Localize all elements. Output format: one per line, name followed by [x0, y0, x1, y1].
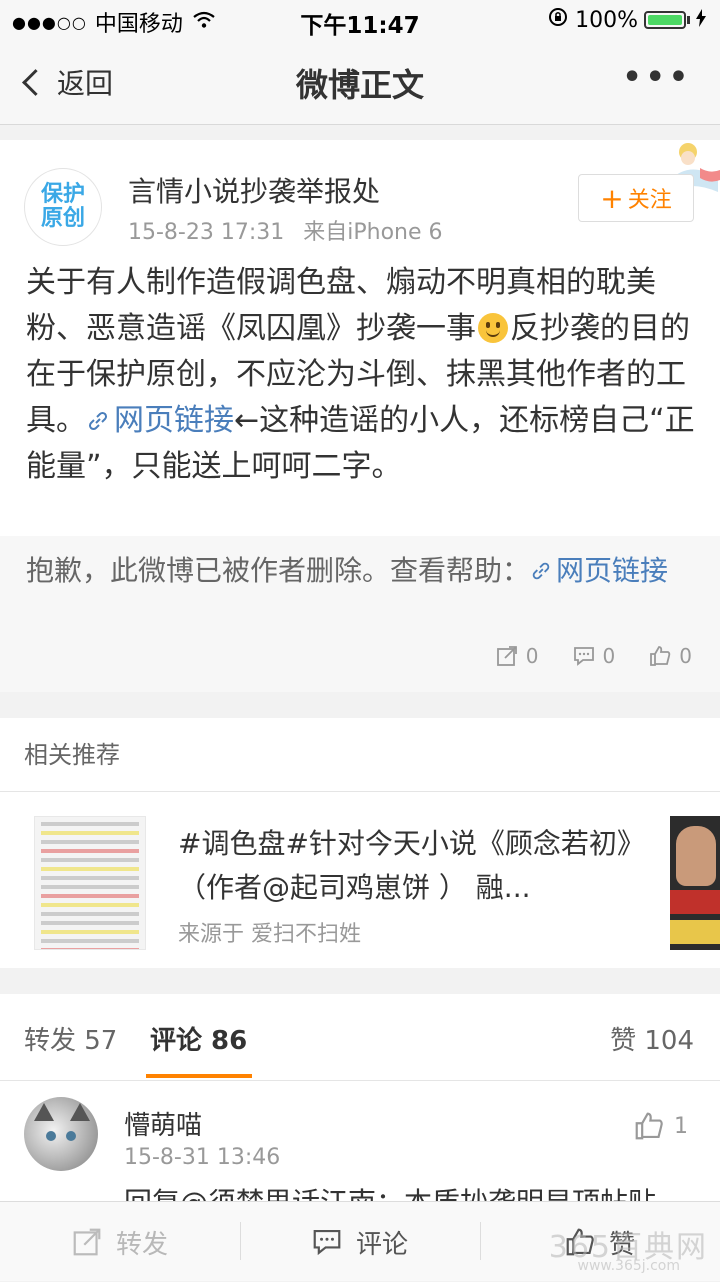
weibo-post: 保护原创 言情小说抄袭举报处 15-8-23 17:31 来自iPhone 6 … — [0, 140, 720, 692]
related-title[interactable]: #调色盘#针对今天小说《顾念若初》（作者@起司鸡崽饼 ） 融... — [178, 822, 646, 910]
follow-button[interactable]: + 关注 — [578, 174, 694, 222]
page-title: 微博正文 — [295, 66, 424, 104]
deleted-notice: 抱歉，此微博已被作者删除。查看帮助： 网页链接 — [26, 550, 696, 592]
watermark-url: www.365j.com — [577, 1258, 680, 1274]
related-header: 相关推荐 — [0, 718, 720, 792]
active-tab-indicator — [146, 1074, 252, 1078]
plus-icon: + — [600, 181, 624, 215]
comment-like-button[interactable]: 1 — [634, 1111, 688, 1141]
smile-emoji-icon — [478, 313, 508, 343]
like-count: 0 — [679, 644, 692, 668]
thumbs-up-icon — [635, 1112, 663, 1140]
repost-count: 0 — [525, 644, 539, 668]
comment-like-count: 1 — [674, 1113, 688, 1139]
comment-item: 懵萌喵 15-8-31 13:46 1 回复@须梦思话江南：本质抄袭明显顶帖贴 — [0, 1081, 720, 1201]
author-name[interactable]: 言情小说抄袭举报处 — [128, 170, 380, 210]
nav-bar: 返回 微博正文 ••• — [0, 40, 720, 125]
repost-stat[interactable]: 0 — [496, 644, 539, 668]
commenter-name[interactable]: 懵萌喵 — [124, 1105, 202, 1142]
commenter-avatar[interactable] — [24, 1097, 98, 1171]
forward-label: 转发 — [115, 1229, 168, 1260]
rotation-lock-icon — [547, 6, 569, 34]
post-content: 关于有人制作造假调色盘、煽动不明真相的耽美粉、恶意造谣《凤囚凰》抄袭一事 反抄袭的… — [26, 260, 696, 490]
status-bar: ●●●○○ 中国移动 下午11:47 100% — [0, 0, 720, 40]
related-source: 来源于 爱扫不扫姓 — [178, 922, 361, 947]
comment-time: 15-8-31 13:46 — [124, 1145, 281, 1170]
more-options-button[interactable]: ••• — [622, 60, 692, 95]
comment-stat[interactable]: 0 — [573, 644, 616, 668]
comment-label: 评论 — [355, 1229, 408, 1260]
avatar-logo-text: 保护原创 — [40, 182, 85, 231]
status-right: 100% — [547, 6, 706, 34]
repost-icon — [73, 1228, 101, 1256]
interaction-tabs: 转发 57 评论 86 赞 104 — [0, 994, 720, 1081]
repost-icon — [496, 646, 517, 666]
battery-icon — [644, 11, 686, 29]
related-section: 相关推荐 #调色盘#针对今天小说《顾念若初》（作者@起司鸡崽饼 ） 融... 来… — [0, 718, 720, 968]
comment-icon — [313, 1230, 341, 1256]
deleted-repost-box: 抱歉，此微博已被作者删除。查看帮助： 网页链接 0 0 0 — [0, 536, 720, 692]
related-thumbnail[interactable] — [34, 816, 146, 950]
comment-text: 回复@须梦思话江南：本质抄袭明显顶帖贴 — [124, 1181, 656, 1201]
post-time: 15-8-23 17:31 — [128, 220, 285, 245]
web-link[interactable]: 网页链接 — [86, 403, 234, 438]
forward-button[interactable]: 转发 — [0, 1202, 240, 1282]
help-link-label: 网页链接 — [556, 554, 669, 587]
link-icon — [88, 411, 108, 431]
author-avatar[interactable]: 保护原创 — [24, 168, 102, 246]
help-link[interactable]: 网页链接 — [530, 554, 668, 587]
web-link-label: 网页链接 — [114, 403, 234, 438]
comment-count: 0 — [602, 644, 616, 668]
thumbs-up-icon — [650, 646, 671, 666]
follow-label: 关注 — [627, 188, 672, 213]
charging-icon — [696, 8, 706, 32]
like-stat[interactable]: 0 — [649, 644, 692, 668]
post-source: 来自iPhone 6 — [303, 220, 443, 245]
battery-percent: 100% — [575, 7, 638, 33]
tab-forward[interactable]: 转发 57 — [24, 1020, 117, 1057]
tab-like[interactable]: 赞 104 — [610, 1020, 694, 1057]
tab-comment[interactable]: 评论 86 — [150, 1020, 247, 1057]
related-next-thumbnail[interactable] — [670, 816, 720, 950]
link-icon — [532, 562, 550, 580]
post-stats: 0 0 0 — [462, 644, 692, 668]
deleted-notice-text: 抱歉，此微博已被作者删除。查看帮助： — [26, 554, 531, 587]
comment-icon — [573, 647, 594, 666]
post-meta: 15-8-23 17:31 来自iPhone 6 — [128, 214, 443, 246]
comment-button[interactable]: 评论 — [240, 1202, 480, 1282]
